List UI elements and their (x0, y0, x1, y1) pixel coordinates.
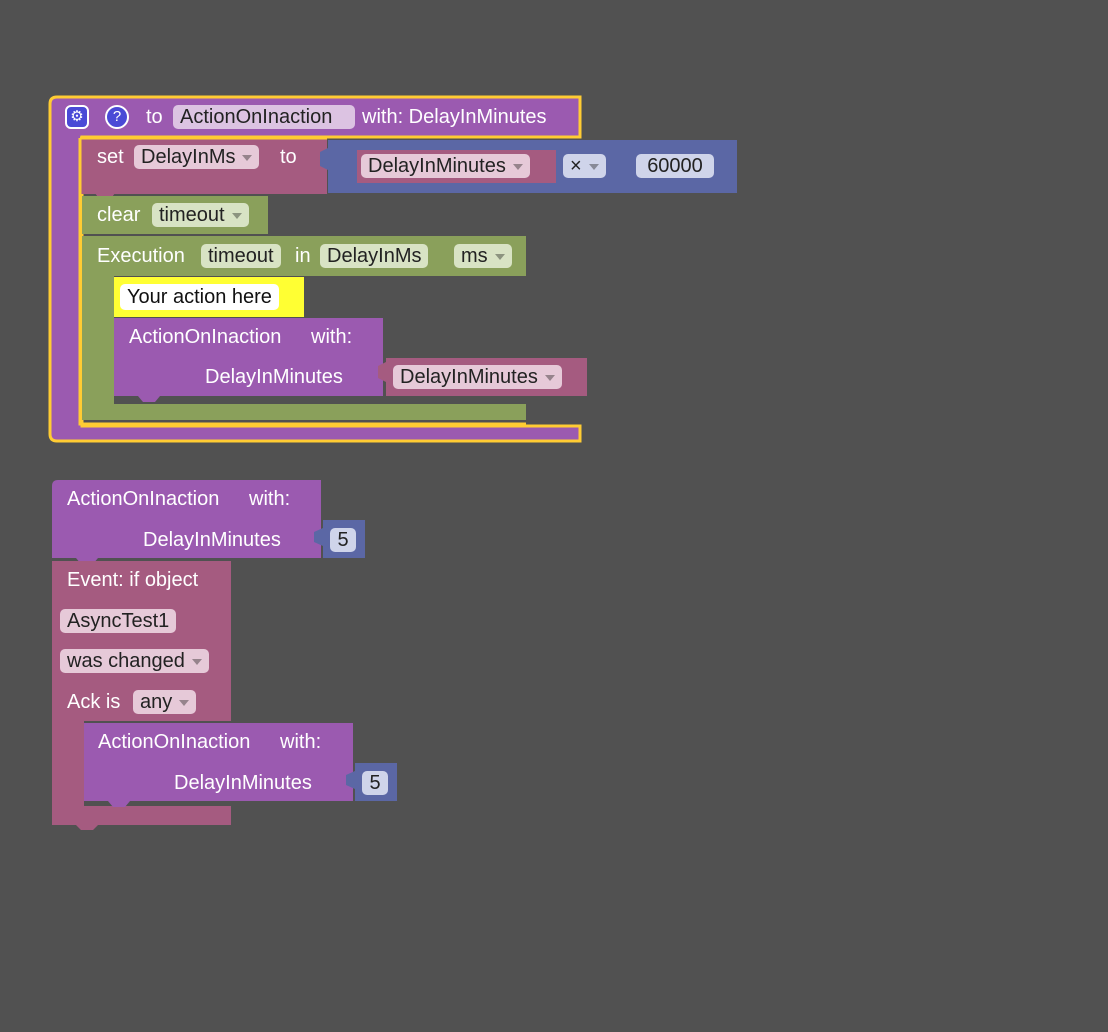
inner-call-with: with: (311, 326, 353, 348)
event-call-value[interactable]: 5 (362, 771, 388, 795)
set-label: set (97, 146, 124, 168)
standalone-call-param: DelayInMinutes (143, 529, 281, 551)
comment-block[interactable]: Your action here (114, 277, 304, 317)
ack-dropdown[interactable]: any (133, 690, 197, 714)
inner-call-value-dropdown[interactable]: DelayInMinutes (393, 365, 562, 389)
standalone-call-with: with: (249, 488, 291, 510)
comment-text[interactable]: Your action here (120, 284, 279, 310)
unit-dropdown[interactable]: ms (454, 244, 512, 268)
event-object-field[interactable]: AsyncTest1 (60, 609, 177, 633)
gear-icon[interactable]: ⚙ (65, 105, 89, 129)
procedure-params-label: with: DelayInMinutes (362, 106, 547, 128)
set-variable-dropdown[interactable]: DelayInMs (134, 145, 260, 169)
standalone-call-value[interactable]: 5 (330, 528, 356, 552)
execution-timer-field[interactable]: timeout (201, 244, 281, 268)
inner-call-name: ActionOnInaction (129, 326, 282, 348)
procedure-name-field[interactable]: ActionOnInaction (173, 105, 355, 129)
operator-dropdown[interactable]: × (563, 154, 606, 178)
ack-label: Ack is (67, 691, 121, 713)
execution-delay-field[interactable]: DelayInMs (320, 244, 429, 268)
event-call-with: with: (280, 731, 322, 753)
event-label: Event: if object (67, 569, 199, 591)
event-condition-dropdown[interactable]: was changed (60, 649, 209, 673)
clear-timer-dropdown[interactable]: timeout (152, 203, 249, 227)
event-call-param: DelayInMinutes (174, 772, 312, 794)
to-label: to (146, 106, 163, 128)
set-to-label: to (280, 146, 297, 168)
standalone-call-name: ActionOnInaction (67, 488, 220, 510)
execution-label: Execution (97, 245, 185, 267)
math-variable-dropdown[interactable]: DelayInMinutes (361, 154, 530, 178)
event-call-name: ActionOnInaction (98, 731, 251, 753)
number-field[interactable]: 60000 (636, 154, 714, 178)
clear-label: clear (97, 204, 141, 226)
inner-call-param: DelayInMinutes (205, 366, 343, 388)
in-label: in (295, 245, 311, 267)
help-icon[interactable]: ? (105, 105, 129, 129)
